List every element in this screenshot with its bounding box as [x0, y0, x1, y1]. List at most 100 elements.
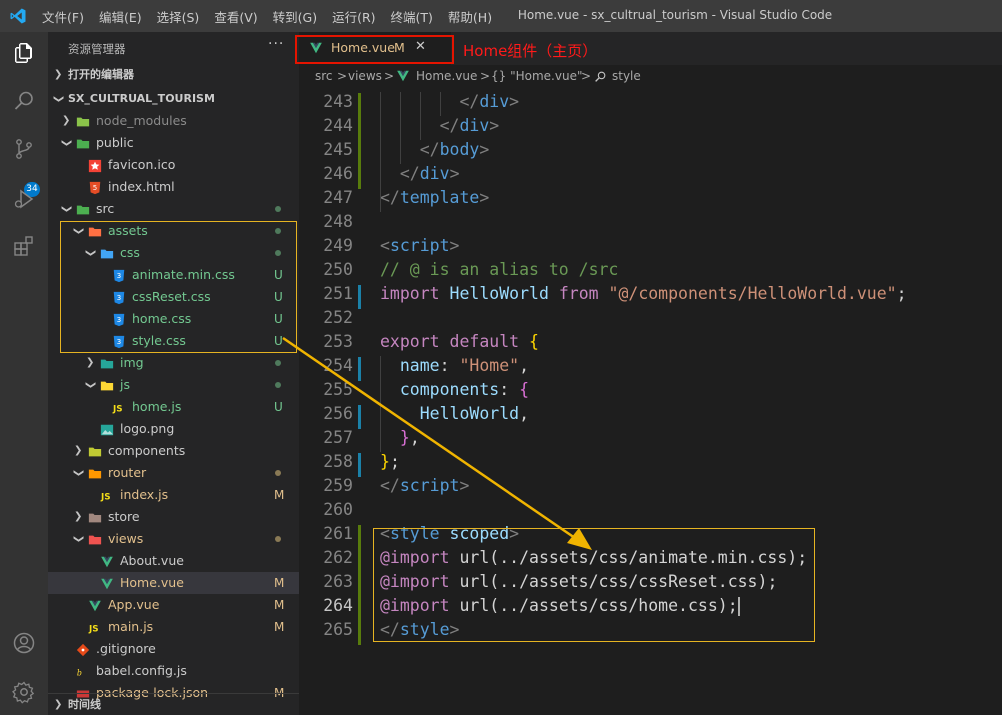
explorer-icon[interactable]	[12, 41, 36, 65]
code-token: name	[380, 356, 440, 375]
run-debug-icon[interactable]	[12, 187, 36, 211]
code-line[interactable]: };	[380, 452, 400, 471]
tree-file[interactable]: favicon.ico	[48, 154, 299, 176]
annotation-tab-box	[295, 35, 454, 64]
gear-icon[interactable]	[12, 680, 36, 704]
tree-file[interactable]: JS home.js U	[48, 396, 299, 418]
chevron-right-icon: ❯	[54, 69, 63, 80]
tree-folder[interactable]: ❯ public	[48, 132, 299, 154]
tree-folder[interactable]: ❯ src	[48, 198, 299, 220]
timeline-header[interactable]: ❯ 时间线	[48, 693, 299, 715]
code-line[interactable]: import HelloWorld from "@/components/Hel…	[380, 284, 907, 303]
svg-text:JS: JS	[88, 625, 99, 635]
code-line[interactable]: components: {	[380, 380, 529, 399]
tree-folder[interactable]: ❯ node_modules	[48, 110, 299, 132]
breadcrumb: src > views > Home.vue > {} "Home.vue" >…	[299, 65, 1002, 87]
extensions-icon[interactable]	[12, 234, 36, 258]
chevron-right-icon: ❯	[74, 511, 83, 522]
code-token: template	[399, 188, 480, 207]
tree-file[interactable]: Home.vue M	[48, 572, 299, 594]
code-token: >	[479, 140, 490, 159]
code-line[interactable]: HelloWorld,	[380, 404, 529, 423]
code-token: {	[519, 380, 530, 399]
breadcrumb-file[interactable]: Home.vue	[416, 65, 477, 87]
code-line[interactable]: },	[380, 428, 420, 447]
line-number: 245	[323, 140, 353, 159]
breadcrumb-separator: >	[384, 69, 395, 83]
code-token: </	[399, 164, 420, 183]
code-line[interactable]: </body>	[380, 140, 490, 159]
tree-item-label: logo.png	[120, 421, 175, 436]
breadcrumb-separator: >	[480, 69, 491, 83]
tree-folder[interactable]: ❯ js	[48, 374, 299, 396]
line-number: 262	[323, 548, 353, 567]
tree-folder[interactable]: ❯ components	[48, 440, 299, 462]
tree-folder[interactable]: ❯ router	[48, 462, 299, 484]
code-line[interactable]: <script>	[380, 236, 459, 255]
tree-file[interactable]: About.vue	[48, 550, 299, 572]
code-line[interactable]: // @ is an alias to /src	[380, 260, 618, 279]
breadcrumb-style[interactable]: style	[612, 65, 641, 87]
open-editors-header[interactable]: ❯ 打开的编辑器	[48, 64, 299, 86]
babel-file-icon: b	[76, 664, 90, 678]
account-icon[interactable]	[12, 631, 36, 655]
breadcrumb-component[interactable]: {} "Home.vue"	[491, 65, 582, 87]
code-line[interactable]: </template>	[380, 188, 489, 207]
title-bar: 文件(F) 编辑(E) 选择(S) 查看(V) 转到(G) 运行(R) 终端(T…	[0, 0, 1002, 32]
line-number: 251	[323, 284, 353, 303]
chevron-right-icon: ❯	[86, 357, 95, 368]
gutter-change-marker	[358, 357, 361, 381]
tree-file[interactable]: JS index.js M	[48, 484, 299, 506]
code-token: ;	[896, 284, 907, 303]
node-folder-icon	[76, 114, 90, 128]
chevron-down-icon: ❯	[61, 204, 73, 214]
code-line[interactable]: </div>	[380, 164, 460, 183]
tree-file[interactable]: b babel.config.js	[48, 660, 299, 682]
line-number: 248	[323, 212, 353, 231]
tree-file[interactable]: JS main.js M	[48, 616, 299, 638]
code-line[interactable]: </div>	[380, 116, 500, 135]
tree-folder[interactable]: ❯ views	[48, 528, 299, 550]
git-status-badge: M	[274, 620, 285, 634]
tree-file[interactable]: logo.png	[48, 418, 299, 440]
code-token: ;	[389, 452, 400, 471]
code-token: <	[380, 236, 390, 255]
chevron-right-icon: ❯	[62, 115, 71, 126]
svg-text:b: b	[77, 669, 82, 678]
explorer-sidebar: 资源管理器 ··· ❯ 打开的编辑器 ❯ SX_CULTRUAL_TOURISM…	[48, 32, 299, 715]
html-icon: 5	[88, 180, 102, 195]
line-number: 247	[323, 188, 353, 207]
indent-guide	[380, 356, 381, 452]
gutter-change-marker	[358, 549, 361, 573]
more-actions-icon[interactable]: ···	[268, 36, 284, 52]
code-token: }	[399, 428, 410, 447]
tree-file[interactable]: .gitignore	[48, 638, 299, 660]
breadcrumb-views[interactable]: views	[348, 65, 382, 87]
code-token: default	[449, 332, 520, 351]
code-token: div	[479, 92, 510, 111]
code-line[interactable]: export default {	[380, 332, 539, 351]
source-control-icon[interactable]	[12, 137, 36, 161]
store-folder-icon	[88, 510, 102, 524]
code-line[interactable]: name: "Home",	[380, 356, 529, 375]
tree-folder[interactable]: ❯ store	[48, 506, 299, 528]
code-token: ,	[519, 356, 530, 375]
search-icon[interactable]	[12, 89, 36, 113]
code-token: >	[449, 164, 460, 183]
workspace-root[interactable]: ❯ SX_CULTRUAL_TOURISM	[48, 88, 299, 110]
code-line[interactable]: </script>	[380, 476, 469, 495]
tree-item-label: index.js	[120, 487, 169, 502]
chevron-right-icon: ❯	[74, 445, 83, 456]
tree-item-label: About.vue	[120, 553, 184, 568]
tree-folder[interactable]: ❯ img	[48, 352, 299, 374]
tree-file[interactable]: App.vue M	[48, 594, 299, 616]
code-token: </	[439, 116, 460, 135]
breadcrumb-src[interactable]: src	[315, 65, 333, 87]
annotation-css-files-box	[60, 221, 297, 353]
tree-file[interactable]: 5 index.html	[48, 176, 299, 198]
gutter-change-marker	[358, 165, 361, 189]
line-number: 260	[323, 500, 353, 519]
public-folder-icon	[76, 136, 90, 150]
